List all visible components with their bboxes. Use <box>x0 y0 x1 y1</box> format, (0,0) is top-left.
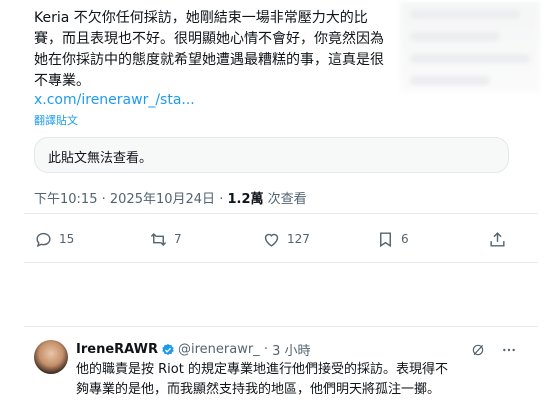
reply-header: IreneRAWR @irenerawr_ · 3 小時 <box>76 340 311 359</box>
repost-icon <box>150 232 167 246</box>
like-button[interactable]: 127 <box>262 228 310 250</box>
more-button[interactable] <box>500 342 518 358</box>
verified-badge-icon <box>162 343 174 355</box>
post-date[interactable]: 2025年10月24日 <box>110 192 215 207</box>
like-count: 127 <box>287 232 310 246</box>
quoted-post-link[interactable]: x.com/irenerawr_/sta... <box>34 92 195 108</box>
post-meta: 下午10:15 · 2025年10月24日 · 1.2萬 次查看 <box>34 192 307 207</box>
views-label: 次查看 <box>267 192 307 207</box>
translate-post-link[interactable]: 翻譯貼文 <box>34 112 78 128</box>
divider-top <box>24 213 538 214</box>
unavailable-post-card: 此貼文無法查看。 <box>34 137 509 173</box>
quoted-post-text: Keria 不欠你任何採訪，她剛結束一場非常壓力大的比賽，而且表現也不好。很明顯… <box>34 10 384 89</box>
share-icon <box>490 231 505 247</box>
bookmark-count: 6 <box>401 232 409 246</box>
avatar[interactable] <box>34 340 68 374</box>
grok-button[interactable] <box>470 342 486 358</box>
bookmark-button[interactable]: 6 <box>376 228 409 250</box>
heart-icon <box>264 233 279 247</box>
blurred-background-area <box>400 2 540 92</box>
reply-author-handle[interactable]: @irenerawr_ <box>178 342 260 357</box>
views-count: 1.2萬 <box>227 192 264 207</box>
more-icon <box>503 348 515 352</box>
reply-button[interactable]: 15 <box>34 228 74 250</box>
unavailable-notice: 此貼文無法查看。 <box>48 151 153 166</box>
divider-reply <box>24 326 538 327</box>
reply-count: 15 <box>59 232 75 246</box>
reply-author-name[interactable]: IreneRAWR <box>76 342 158 357</box>
grok-icon <box>472 344 484 356</box>
repost-count: 7 <box>174 232 182 246</box>
share-button[interactable] <box>488 228 507 250</box>
reply-text: 他的職責是按 Riot 的規定專業地進行他們接受的採訪。表現得不夠專業的是他，而… <box>76 362 448 397</box>
post-time[interactable]: 下午10:15 <box>34 192 97 207</box>
reply-time[interactable]: 3 小時 <box>272 340 310 359</box>
comment-icon <box>36 232 51 247</box>
divider-bottom <box>24 262 538 263</box>
bookmark-icon <box>380 231 391 247</box>
repost-button[interactable]: 7 <box>149 228 182 250</box>
